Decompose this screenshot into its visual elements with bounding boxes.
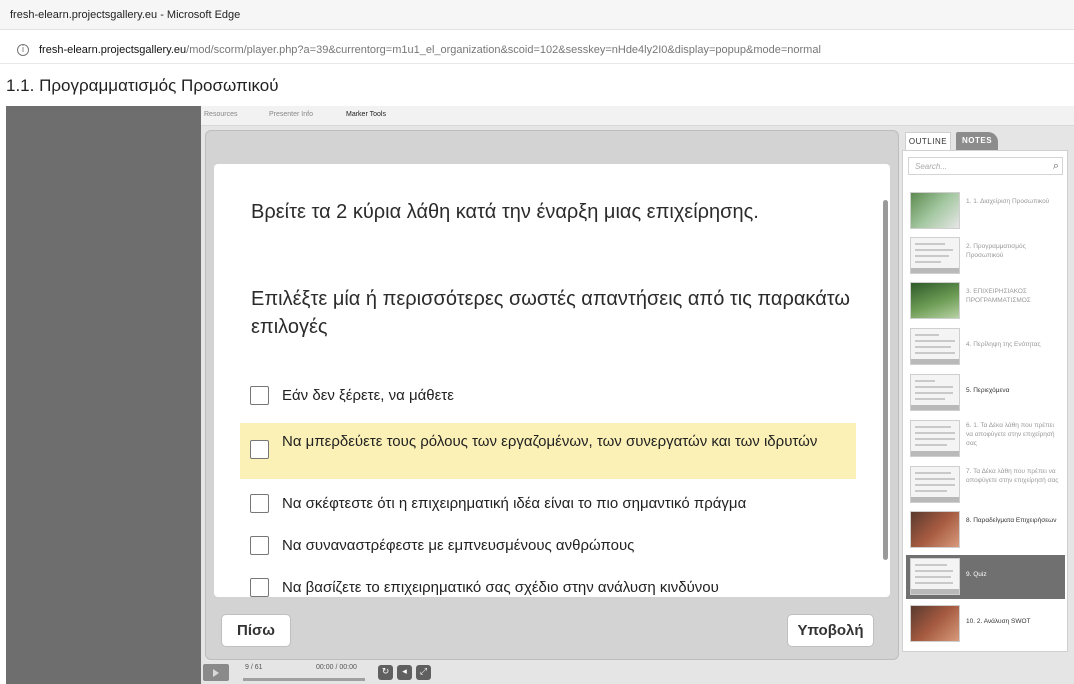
- search-input[interactable]: Search... ⌕: [908, 157, 1063, 175]
- outline-item-8[interactable]: 8. Παραδείγματα Επιχειρήσεων: [906, 508, 1065, 552]
- search-icon[interactable]: ⌕: [1053, 159, 1059, 173]
- playback-controls: 9 / 61 00:00 / 00:00 ↻ ◂ ⤢: [201, 662, 1074, 684]
- submit-button[interactable]: Υποβολή: [787, 614, 874, 647]
- option-label: Να συναναστρέφεστε με εμπνευσμένους ανθρ…: [282, 537, 635, 554]
- outline-item-2[interactable]: 2. Προγραμματισμός Προσωπικού: [906, 234, 1065, 278]
- slide-thumbnail: [910, 374, 960, 411]
- slide-thumbnail: [910, 511, 960, 548]
- slide-scrollbar[interactable]: [883, 200, 888, 560]
- outline-item-6[interactable]: 6. 1. Τα Δέκα λάθη που πρέπει να αποφύγε…: [906, 417, 1065, 461]
- outline-item-4[interactable]: 4. Περίληψη της Ενότητας: [906, 325, 1065, 369]
- tab-outline[interactable]: OUTLINE: [905, 132, 951, 150]
- outline-item-1[interactable]: 1. 1. Διαχείριση Προσωπικού: [906, 189, 1065, 233]
- slide-thumbnail: [910, 192, 960, 229]
- outline-item-label: 8. Παραδείγματα Επιχειρήσεων: [966, 517, 1057, 524]
- outline-item-label: 6. 1. Τα Δέκα λάθη που πρέπει να αποφύγε…: [966, 422, 1055, 447]
- option-label: Να σκέφτεστε ότι η επιχειρηματική ιδέα ε…: [282, 495, 747, 512]
- player-top-tabs: Resources Presenter Info Marker Tools: [201, 106, 1074, 126]
- question-title: Βρείτε τα 2 κύρια λάθη κατά την έναρξη μ…: [251, 201, 759, 223]
- quiz-slide: Βρείτε τα 2 κύρια λάθη κατά την έναρξη μ…: [214, 164, 890, 597]
- checkbox[interactable]: [250, 440, 269, 459]
- slide-thumbnail: [910, 466, 960, 503]
- playback-time: 00:00 / 00:00: [316, 664, 357, 671]
- slide-thumbnail: [910, 328, 960, 365]
- scorm-player: Resources Presenter Info Marker Tools Βρ…: [201, 106, 1074, 684]
- answer-option-1[interactable]: Εάν δεν ξέρετε, να μάθετε: [240, 380, 856, 412]
- outline-item-5[interactable]: 5. Περιεχόμενα: [906, 371, 1065, 415]
- checkbox[interactable]: [250, 386, 269, 405]
- slide-thumbnail: [910, 558, 960, 595]
- volume-icon[interactable]: ◂: [397, 665, 412, 680]
- left-gutter: [6, 106, 201, 684]
- fullscreen-icon[interactable]: ⤢: [416, 665, 431, 680]
- url-host: fresh-elearn.projectsgallery.eu: [39, 44, 187, 56]
- window-titlebar: fresh-elearn.projectsgallery.eu - Micros…: [0, 0, 1074, 30]
- checkbox[interactable]: [250, 536, 269, 555]
- answer-option-4[interactable]: Να συναναστρέφεστε με εμπνευσμένους ανθρ…: [240, 530, 856, 562]
- outline-item-label: 1. 1. Διαχείριση Προσωπικού: [966, 198, 1050, 205]
- outline-item-label: 10. 2. Ανάλυση SWOT: [966, 618, 1031, 625]
- answer-option-3[interactable]: Να σκέφτεστε ότι η επιχειρηματική ιδέα ε…: [240, 488, 856, 520]
- outline-item-9[interactable]: 9. Quiz: [906, 555, 1065, 599]
- outline-item-label: 5. Περιεχόμενα: [966, 387, 1010, 394]
- outline-item-10[interactable]: 10. 2. Ανάλυση SWOT: [906, 602, 1065, 646]
- slide-frame: Βρείτε τα 2 κύρια λάθη κατά την έναρξη μ…: [205, 130, 899, 660]
- outline-item-label: 3. ΕΠΙΧΕΙΡΗΣΙΑΚΟΣ ΠΡΟΓΡΑΜΜΑΤΙΣΜΟΣ: [966, 288, 1031, 304]
- slide-thumbnail: [910, 237, 960, 274]
- checkbox[interactable]: [250, 578, 269, 597]
- slide-thumbnail: [910, 420, 960, 457]
- search-placeholder: Search...: [915, 162, 948, 171]
- checkbox[interactable]: [250, 494, 269, 513]
- tab-notes[interactable]: NOTES: [956, 132, 998, 150]
- page-title: 1.1. Προγραμματισμός Προσωπικού: [6, 76, 279, 95]
- url-text[interactable]: fresh-elearn.projectsgallery.eu/mod/scor…: [39, 44, 821, 56]
- window-title: fresh-elearn.projectsgallery.eu - Micros…: [10, 9, 241, 21]
- replay-icon[interactable]: ↻: [378, 665, 393, 680]
- answer-option-2[interactable]: Να μπερδεύετε τους ρόλους των εργαζομένω…: [240, 423, 856, 479]
- slide-thumbnail: [910, 282, 960, 319]
- option-label: Εάν δεν ξέρετε, να μάθετε: [282, 387, 454, 404]
- option-label: Να βασίζετε το επιχειρηματικό σας σχέδιο…: [282, 579, 719, 596]
- tab-presenter-info[interactable]: Presenter Info: [269, 111, 313, 118]
- url-path: /mod/scorm/player.php?a=39&currentorg=m1…: [186, 44, 821, 56]
- outline-item-label: 9. Quiz: [966, 571, 987, 578]
- outline-item-3[interactable]: 3. ΕΠΙΧΕΙΡΗΣΙΑΚΟΣ ΠΡΟΓΡΑΜΜΑΤΙΣΜΟΣ: [906, 279, 1065, 323]
- outline-item-7[interactable]: 7. Τα Δέκα λάθη που πρέπει να αποφύγετε …: [906, 463, 1065, 507]
- outline-item-label: 4. Περίληψη της Ενότητας: [966, 341, 1041, 348]
- outline-item-label: 7. Τα Δέκα λάθη που πρέπει να αποφύγετε …: [966, 468, 1059, 484]
- answer-option-5[interactable]: Να βασίζετε το επιχειρηματικό σας σχέδιο…: [240, 572, 856, 597]
- info-icon[interactable]: i: [17, 44, 29, 56]
- slide-thumbnail: [910, 605, 960, 642]
- play-icon[interactable]: [203, 664, 229, 681]
- progress-bar[interactable]: [243, 678, 365, 681]
- outline-panel: Search... ⌕ 1. 1. Διαχείριση Προσωπικού …: [902, 150, 1068, 652]
- slide-counter: 9 / 61: [245, 664, 263, 671]
- question-instruction: Επιλέξτε μία ή περισσότερες σωστές απαντ…: [251, 288, 850, 338]
- tab-resources[interactable]: Resources: [204, 111, 237, 118]
- address-bar[interactable]: i fresh-elearn.projectsgallery.eu/mod/sc…: [0, 38, 1074, 64]
- option-label: Να μπερδεύετε τους ρόλους των εργαζομένω…: [282, 433, 818, 450]
- outline-item-label: 2. Προγραμματισμός Προσωπικού: [966, 243, 1026, 259]
- sidebar: OUTLINE NOTES Search... ⌕ 1. 1. Διαχείρι…: [900, 130, 1070, 656]
- back-button[interactable]: Πίσω: [221, 614, 291, 647]
- tab-marker-tools[interactable]: Marker Tools: [346, 111, 386, 118]
